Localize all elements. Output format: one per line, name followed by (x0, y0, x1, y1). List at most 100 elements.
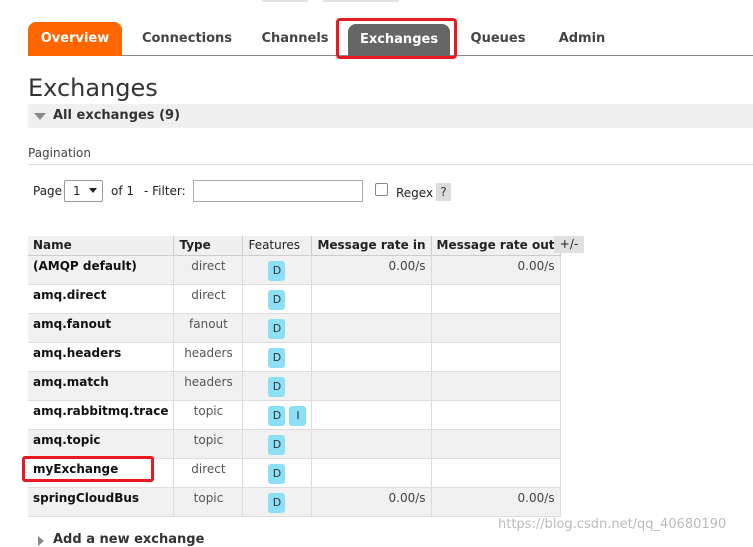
exchange-name-link[interactable]: amq.topic (28, 429, 175, 459)
exchange-name-link[interactable]: amq.match (28, 371, 175, 401)
column-header-features: Features (242, 236, 313, 256)
exchange-name-link[interactable]: springCloudBus (28, 487, 175, 517)
expand-triangle-icon (38, 536, 44, 546)
table-row: amq.topic topic D (28, 429, 561, 459)
message-rate-out: 0.00/s (431, 255, 561, 285)
feature-badge: D (268, 463, 286, 484)
message-rate-in: 0.00/s (311, 487, 432, 517)
all-exchanges-section-toggle[interactable]: All exchanges (9) (28, 104, 753, 128)
section-label: All exchanges (9) (53, 108, 181, 123)
table-row: amq.headers headers D (28, 342, 561, 372)
tab-admin[interactable]: Admin (546, 22, 618, 56)
column-header-rate-out: Message rate out (431, 236, 561, 256)
message-rate-in (311, 284, 432, 314)
message-rate-in (311, 313, 432, 343)
top-stub (262, 0, 308, 2)
page-title: Exchanges (28, 74, 158, 102)
table-row: amq.rabbitmq.trace topic D I (28, 400, 561, 430)
feature-badge: D (268, 289, 286, 310)
page-select-value: 1 (73, 184, 81, 198)
page-count-label: of 1 (111, 184, 135, 198)
feature-badge: D (268, 434, 286, 455)
exchange-features: D (242, 255, 313, 285)
regex-checkbox[interactable] (375, 183, 388, 196)
exchange-type: topic (173, 487, 244, 517)
exchange-name-link[interactable]: amq.direct (28, 284, 175, 314)
page-select[interactable]: 1 (64, 180, 103, 202)
exchange-name-link[interactable]: amq.rabbitmq.trace (28, 400, 175, 430)
message-rate-out (431, 371, 561, 401)
exchange-name-link[interactable]: amq.fanout (28, 313, 175, 343)
message-rate-out (431, 313, 561, 343)
tab-channels[interactable]: Channels (252, 22, 338, 56)
message-rate-out: 0.00/s (431, 487, 561, 517)
table-row: amq.fanout fanout D (28, 313, 561, 343)
exchange-features: D (242, 487, 313, 517)
column-header-name[interactable]: Name (28, 236, 175, 256)
exchange-features: DI (242, 400, 313, 430)
message-rate-in (311, 458, 432, 488)
exchange-name-link[interactable]: myExchange (28, 458, 175, 488)
exchange-type: direct (173, 458, 244, 488)
exchange-type: headers (173, 371, 244, 401)
exchange-name-link[interactable]: (AMQP default) (28, 255, 175, 285)
add-exchange-label: Add a new exchange (53, 532, 205, 547)
message-rate-in (311, 429, 432, 459)
pagination-divider (28, 164, 753, 165)
exchange-features: D (242, 313, 313, 343)
message-rate-out (431, 284, 561, 314)
page-label: Page (33, 184, 63, 198)
exchange-name-link[interactable]: amq.headers (28, 342, 175, 372)
message-rate-out (431, 429, 561, 459)
regex-help-button[interactable]: ? (436, 183, 451, 201)
feature-badge: D (268, 318, 286, 339)
toggle-columns-button[interactable]: +/- (554, 236, 584, 253)
main-nav-tabs: Overview Connections Channels Exchanges … (28, 22, 753, 56)
exchange-type: headers (173, 342, 244, 372)
table-row: myExchange direct D (28, 458, 561, 488)
exchanges-table: Name Type Features Message rate in Messa… (28, 236, 561, 517)
tab-overview[interactable]: Overview (28, 22, 122, 56)
column-header-type[interactable]: Type (173, 236, 244, 256)
exchange-features: D (242, 342, 313, 372)
exchange-type: topic (173, 429, 244, 459)
feature-badge: D (268, 347, 286, 368)
table-row: springCloudBus topic D 0.00/s 0.00/s (28, 487, 561, 517)
table-row: amq.match headers D (28, 371, 561, 401)
exchange-features: D (242, 284, 313, 314)
message-rate-in (311, 371, 432, 401)
message-rate-out (431, 342, 561, 372)
feature-badge: I (289, 405, 307, 426)
regex-label: Regex (396, 186, 434, 200)
message-rate-in: 0.00/s (311, 255, 432, 285)
watermark-text: https://blog.csdn.net/qq_40680190 (498, 517, 727, 532)
tab-queues[interactable]: Queues (460, 22, 536, 56)
pagination-label: Pagination (28, 146, 91, 160)
feature-badge: D (268, 492, 286, 513)
column-header-rate-in: Message rate in (311, 236, 432, 256)
message-rate-out (431, 400, 561, 430)
filter-label: - Filter: (144, 184, 186, 198)
table-row: (AMQP default) direct D 0.00/s 0.00/s (28, 255, 561, 285)
tab-exchanges[interactable]: Exchanges (348, 24, 450, 56)
feature-badge: D (268, 405, 286, 426)
message-rate-out (431, 458, 561, 488)
exchange-type: direct (173, 255, 244, 285)
exchange-features: D (242, 458, 313, 488)
table-row: amq.direct direct D (28, 284, 561, 314)
exchange-features: D (242, 429, 313, 459)
feature-badge: D (268, 260, 286, 281)
feature-badge: D (268, 376, 286, 397)
exchange-type: topic (173, 400, 244, 430)
top-stub (323, 0, 399, 2)
exchange-type: fanout (173, 313, 244, 343)
message-rate-in (311, 400, 432, 430)
tab-connections[interactable]: Connections (132, 22, 242, 56)
collapse-triangle-icon (34, 113, 46, 120)
filter-input[interactable] (193, 180, 363, 202)
exchange-type: direct (173, 284, 244, 314)
exchange-features: D (242, 371, 313, 401)
dropdown-caret-icon (89, 188, 97, 193)
table-header-row: Name Type Features Message rate in Messa… (28, 236, 561, 256)
message-rate-in (311, 342, 432, 372)
